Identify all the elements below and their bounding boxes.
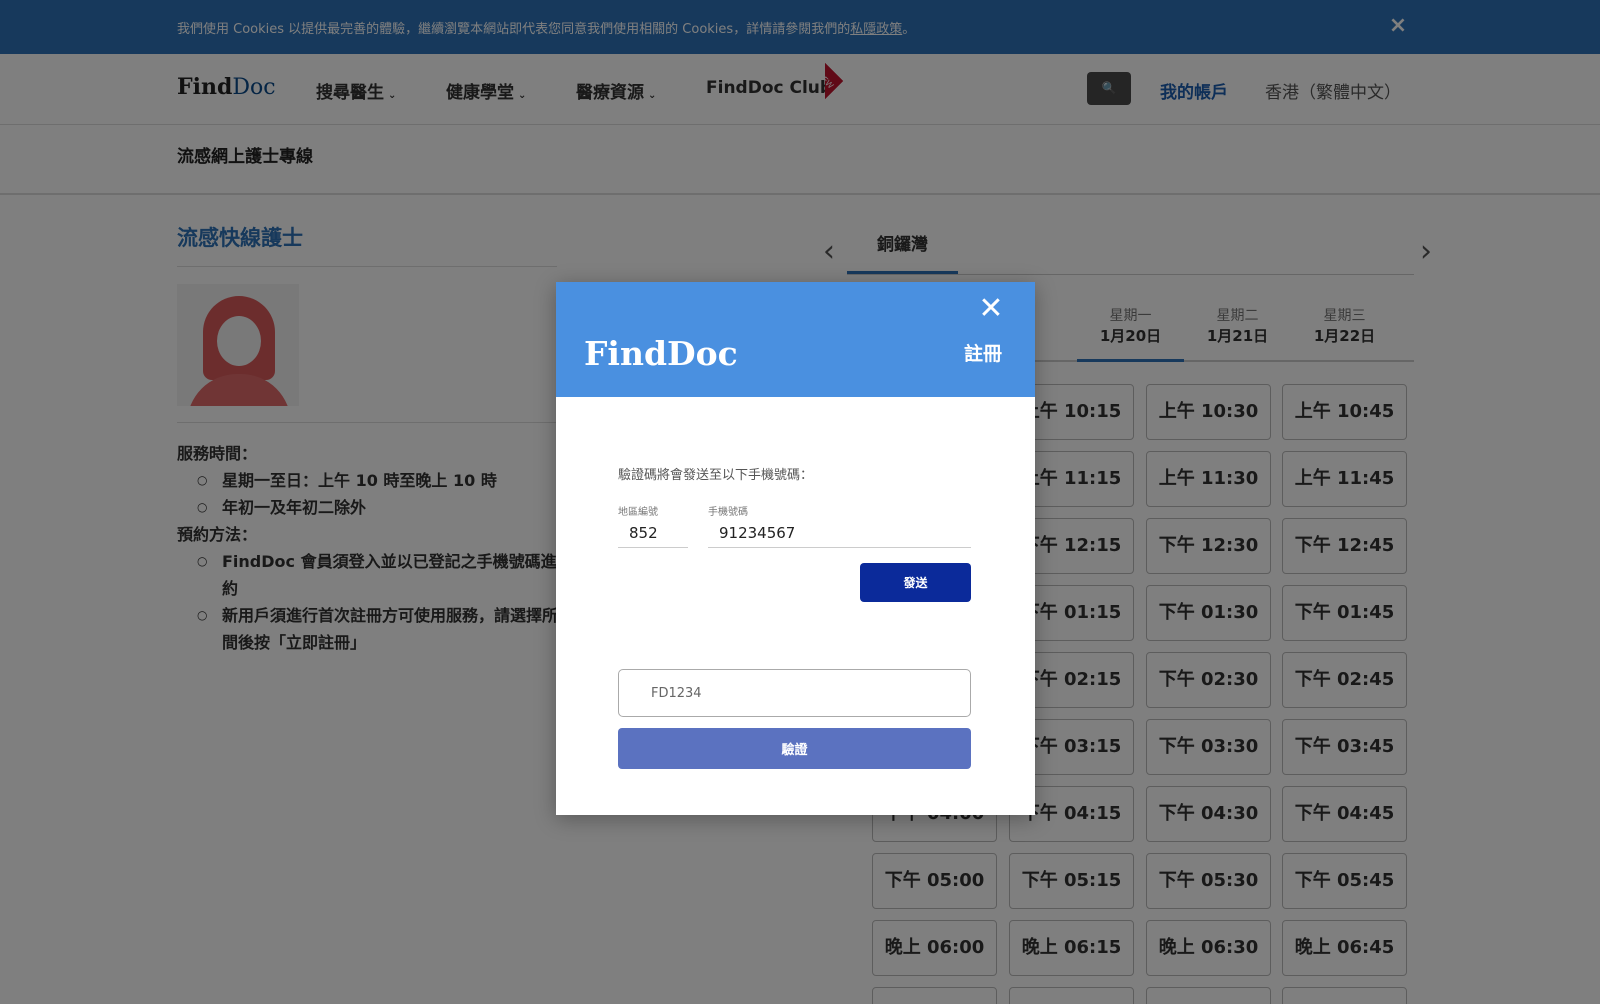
- modal-title: 註冊: [964, 343, 1003, 365]
- phone-number-field[interactable]: [708, 518, 971, 548]
- verification-message: 驗證碼將會發送至以下手機號碼：: [618, 468, 814, 483]
- modal-header: FindDoc ✕ 註冊: [556, 282, 1035, 397]
- area-code-field[interactable]: [618, 518, 688, 548]
- verify-button[interactable]: 驗證: [618, 728, 971, 769]
- area-code-label: 地區編號: [618, 507, 658, 518]
- modal-logo: FindDoc: [584, 334, 738, 373]
- phone-label: 手機號碼: [708, 507, 748, 518]
- close-icon[interactable]: ✕: [976, 294, 1006, 324]
- register-modal: FindDoc ✕ 註冊 驗證碼將會發送至以下手機號碼： 地區編號 手機號碼 發…: [556, 282, 1035, 815]
- verification-code-input[interactable]: [618, 669, 971, 717]
- send-button[interactable]: 發送: [860, 563, 971, 602]
